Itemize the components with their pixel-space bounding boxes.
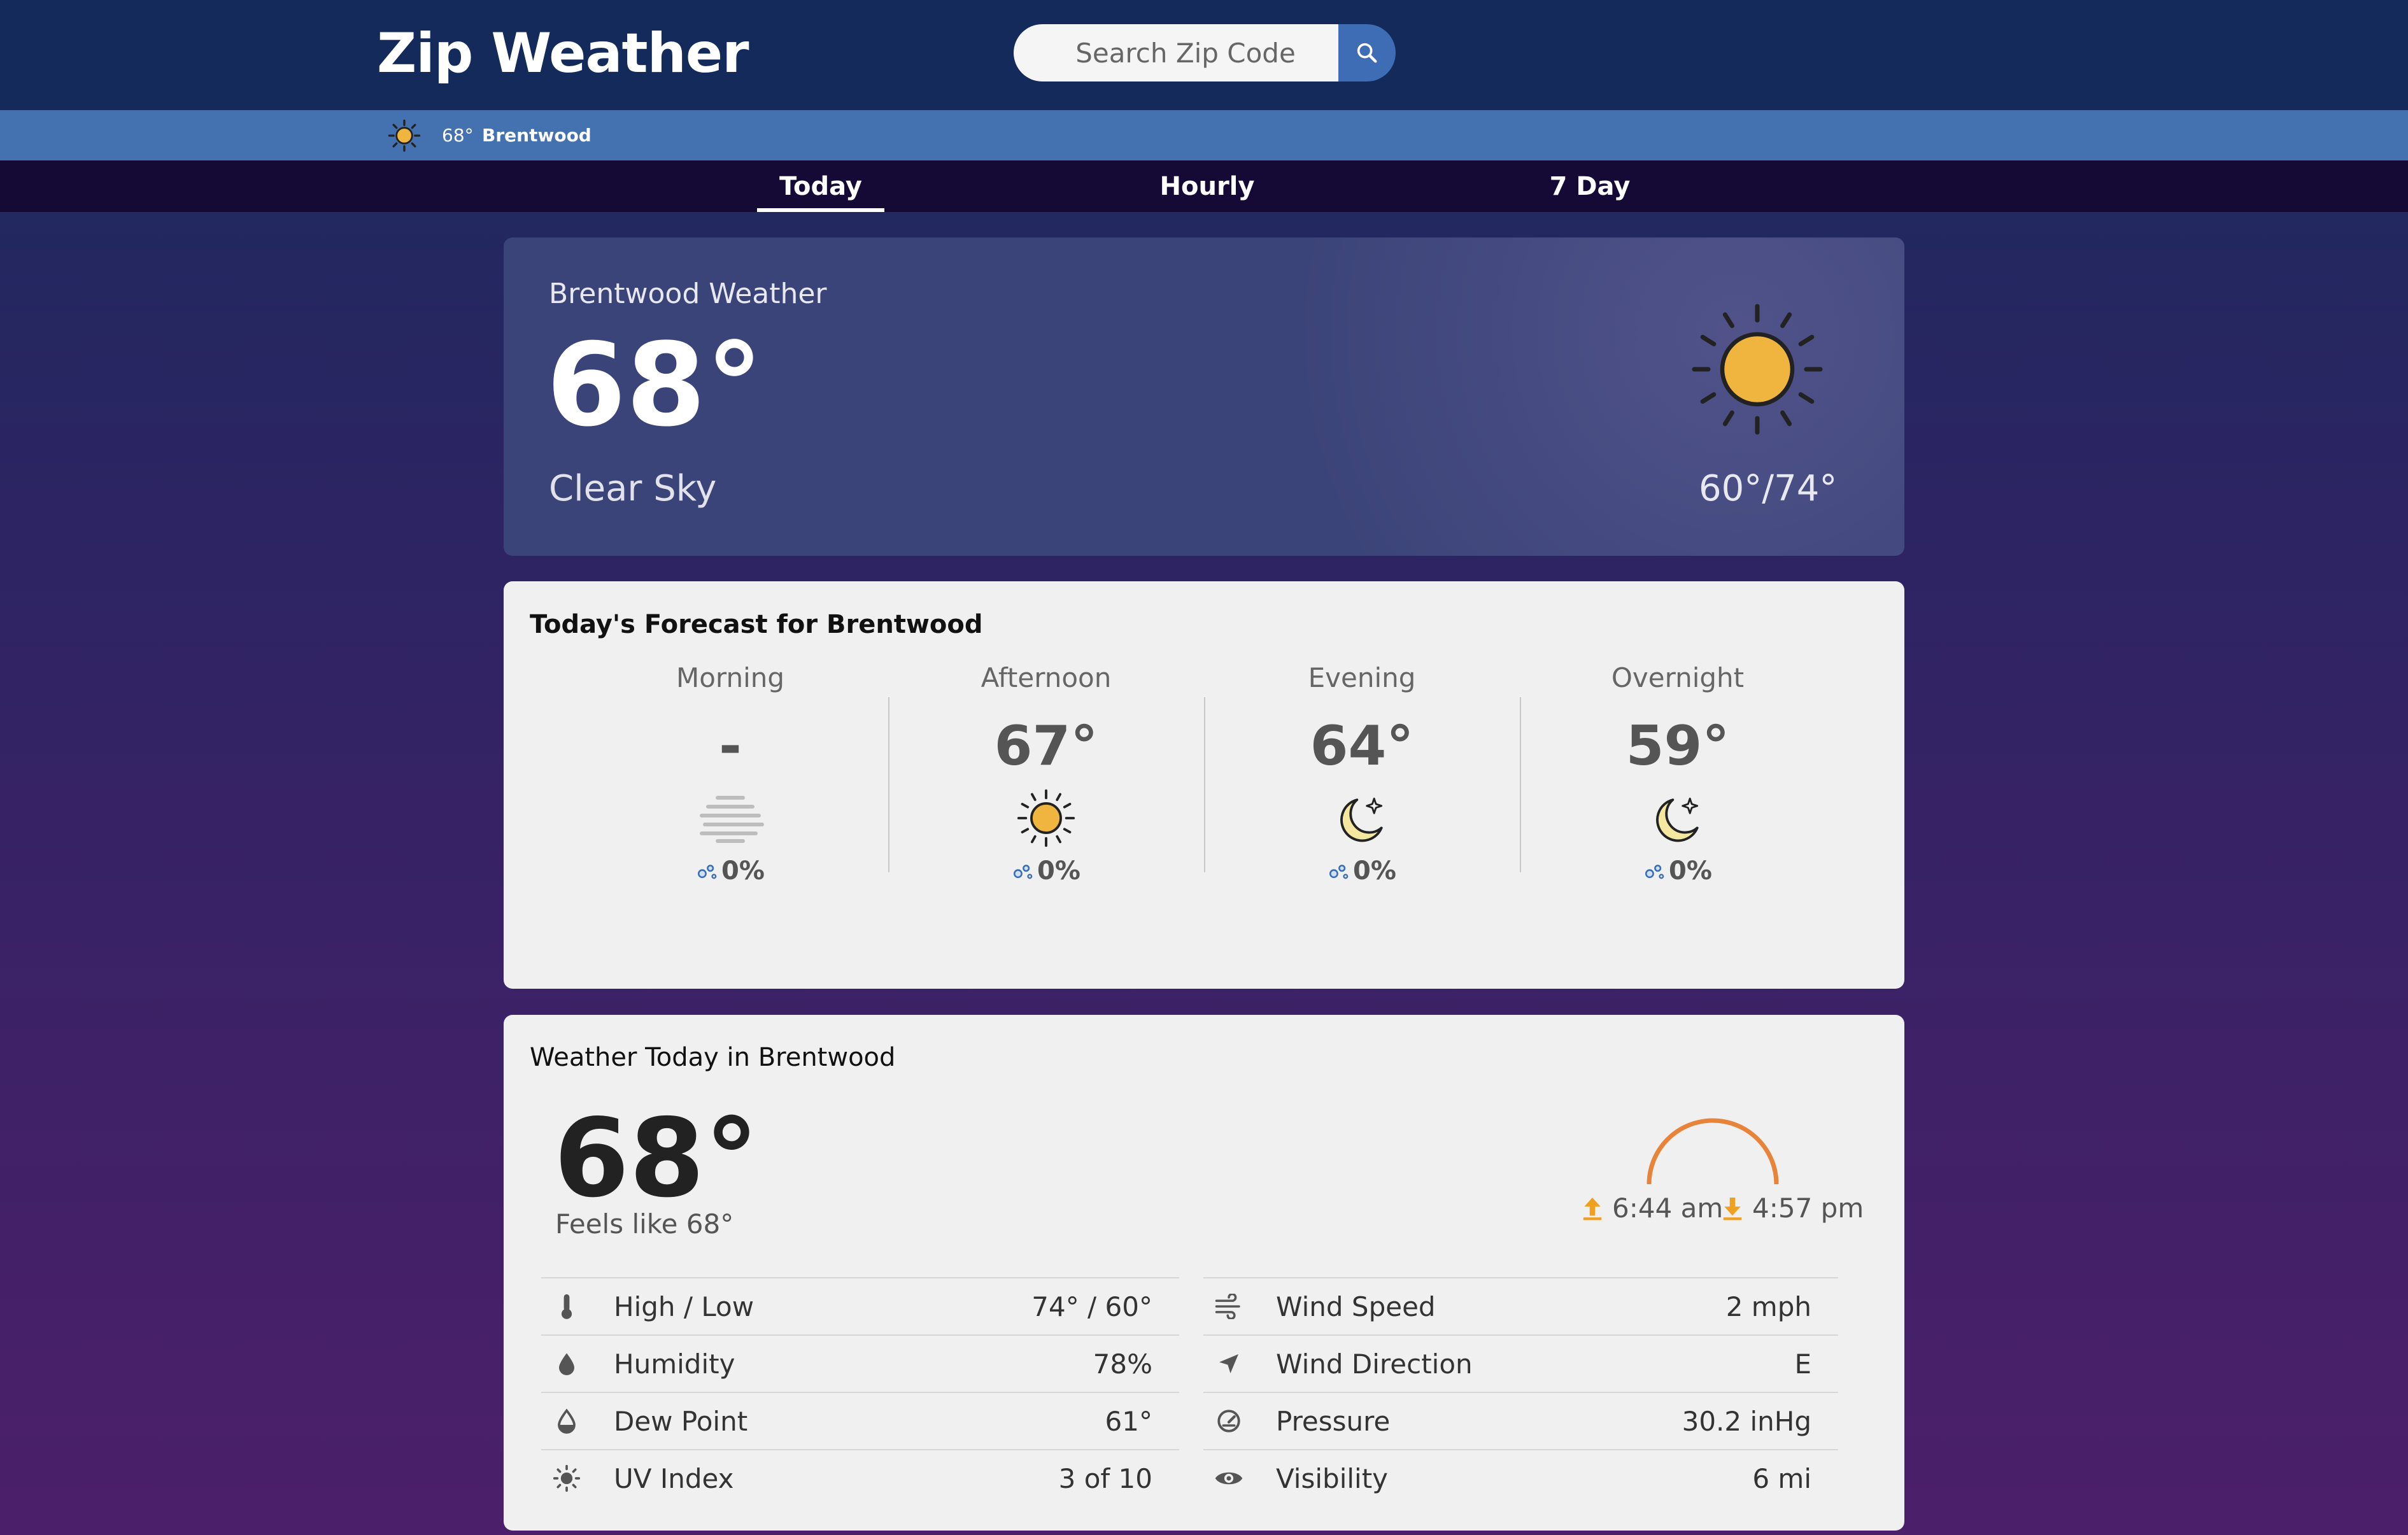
detail-value: 6 mi xyxy=(1752,1462,1811,1494)
sun-icon xyxy=(1017,789,1075,847)
period-overnight: Overnight 59° 0% xyxy=(1563,662,1792,886)
detail-label: Wind Direction xyxy=(1276,1348,1473,1380)
raindrops-icon xyxy=(698,865,717,879)
uv-sun-icon xyxy=(553,1464,581,1492)
detail-label: Pressure xyxy=(1276,1405,1391,1437)
feels-like: Feels like 68° xyxy=(555,1208,734,1240)
detail-label: Dew Point xyxy=(614,1405,748,1437)
detail-label: High / Low xyxy=(614,1291,754,1322)
detail-row-wind-direction: Wind Direction E xyxy=(1203,1334,1838,1392)
fog-icon xyxy=(700,796,764,843)
detail-row-humidity: Humidity 78% xyxy=(541,1334,1179,1392)
precip-chance: 0% xyxy=(1669,856,1712,886)
direction-arrow-icon xyxy=(1219,1354,1238,1373)
detail-value: 2 mph xyxy=(1725,1291,1811,1322)
dew-point-icon xyxy=(558,1408,576,1434)
forecast-title: Today's Forecast for Brentwood xyxy=(530,610,983,639)
period-temp: 67° xyxy=(994,714,1098,778)
detail-row-pressure: Pressure 30.2 inHg xyxy=(1203,1392,1838,1449)
hero-title: Brentwood Weather xyxy=(549,278,827,310)
gauge-icon xyxy=(1217,1410,1240,1432)
search-button[interactable] xyxy=(1338,24,1396,81)
wind-icon xyxy=(1215,1294,1240,1319)
period-morning: Morning - 0% xyxy=(616,662,845,886)
divider xyxy=(1520,697,1521,872)
precip-chance: 0% xyxy=(1037,856,1080,886)
period-temp: - xyxy=(719,714,742,778)
location-name[interactable]: Brentwood xyxy=(482,125,591,146)
period-name: Evening xyxy=(1308,662,1416,693)
precip-chance: 0% xyxy=(721,856,765,886)
search-icon xyxy=(1357,43,1377,63)
detail-label: Visibility xyxy=(1276,1462,1389,1494)
sun-arc-icon xyxy=(1647,1118,1779,1185)
period-temp: 64° xyxy=(1310,714,1414,778)
hero-condition: Clear Sky xyxy=(549,468,717,509)
raindrops-icon xyxy=(1014,865,1033,879)
detail-row-wind-speed: Wind Speed 2 mph xyxy=(1203,1277,1838,1334)
sunset-time: 4:57 pm xyxy=(1752,1192,1864,1224)
tab-7-day[interactable]: 7 Day xyxy=(1526,160,1654,212)
detail-value: 74° / 60° xyxy=(1031,1291,1152,1322)
detail-label: Humidity xyxy=(614,1348,735,1380)
tab-hourly[interactable]: Hourly xyxy=(1144,160,1271,212)
precip-chance: 0% xyxy=(1353,856,1396,886)
detail-label: UV Index xyxy=(614,1462,734,1494)
hero-temp: 68° xyxy=(546,319,763,452)
divider xyxy=(1204,697,1205,872)
thermometer-icon xyxy=(561,1294,572,1319)
period-name: Afternoon xyxy=(981,662,1112,693)
raindrops-icon xyxy=(1645,865,1664,879)
hero-high-low: 60°/74° xyxy=(1699,468,1838,509)
sun-icon xyxy=(388,119,421,152)
detail-value: E xyxy=(1794,1348,1811,1380)
detail-value: 30.2 inHg xyxy=(1682,1405,1811,1437)
period-evening: Evening 64° 0% xyxy=(1247,662,1477,886)
location-bar xyxy=(0,110,2408,160)
moon-icon xyxy=(1656,797,1699,842)
sunrise: 6:44 am xyxy=(1582,1192,1723,1224)
detail-row-visibility: Visibility 6 mi xyxy=(1203,1449,1838,1506)
period-name: Overnight xyxy=(1611,662,1745,693)
search-bar xyxy=(1014,24,1396,81)
site-logo[interactable]: Zip Weather xyxy=(377,22,749,85)
detail-label: Wind Speed xyxy=(1276,1291,1436,1322)
period-temp: 59° xyxy=(1625,714,1730,778)
today-temp: 68° xyxy=(554,1096,759,1222)
moon-icon xyxy=(1340,797,1383,842)
detail-row-uv-index: UV Index 3 of 10 xyxy=(541,1449,1179,1506)
detail-value: 61° xyxy=(1105,1405,1152,1437)
weather-today-title: Weather Today in Brentwood xyxy=(530,1043,896,1072)
detail-row-dew-point: Dew Point 61° xyxy=(541,1392,1179,1449)
sunrise-arrow-icon xyxy=(1583,1197,1602,1220)
location-temp: 68° xyxy=(442,125,474,146)
sunset-arrow-icon xyxy=(1723,1197,1742,1220)
period-name: Morning xyxy=(676,662,785,693)
droplet-icon xyxy=(559,1353,574,1375)
tab-today[interactable]: Today xyxy=(757,160,884,212)
sunset: 4:57 pm xyxy=(1722,1192,1864,1224)
detail-value: 78% xyxy=(1093,1348,1152,1380)
sun-icon xyxy=(1692,304,1823,435)
search-input[interactable] xyxy=(1014,24,1338,81)
sunrise-time: 6:44 am xyxy=(1612,1192,1724,1224)
eye-icon xyxy=(1215,1472,1243,1485)
detail-row-high-low: High / Low 74° / 60° xyxy=(541,1277,1179,1334)
period-afternoon: Afternoon 67° 0% xyxy=(931,662,1161,886)
divider xyxy=(888,697,889,872)
raindrops-icon xyxy=(1329,865,1349,879)
detail-value: 3 of 10 xyxy=(1058,1462,1152,1494)
